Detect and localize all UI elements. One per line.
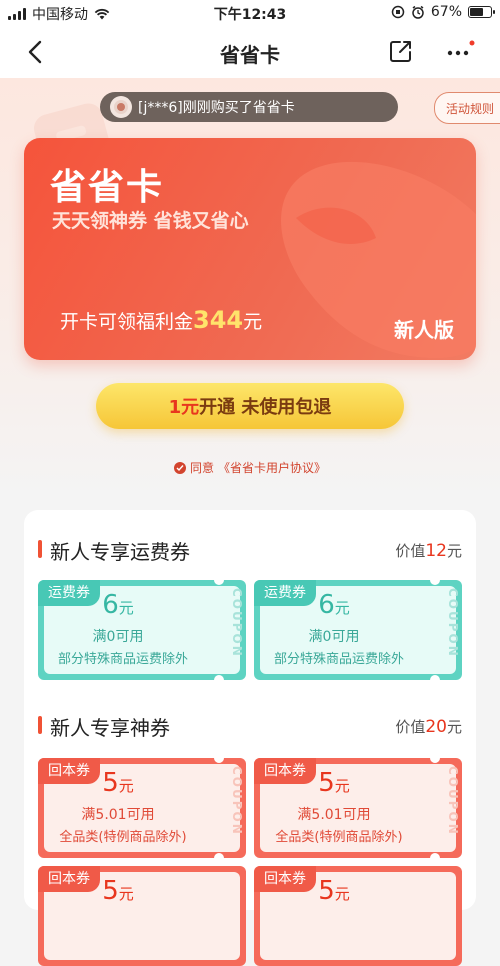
coupon-notch bbox=[214, 758, 224, 763]
coupon-side-label: COUPON bbox=[438, 588, 460, 672]
coupon-notch bbox=[430, 758, 440, 763]
voucher-coupon-2[interactable]: 回本券 5元 满5.01可用 全品类(特例商品除外) COUPON bbox=[254, 758, 462, 858]
section-bar bbox=[38, 540, 42, 558]
coupon-side-label: COUPON bbox=[438, 766, 460, 850]
value-num: 20 bbox=[425, 717, 447, 737]
coupon-notch bbox=[214, 580, 224, 585]
section-bar bbox=[38, 716, 42, 734]
shipping-coupon-1[interactable]: 运费券 6元 满0可用 部分特殊商品运费除外 COUPON bbox=[38, 580, 246, 680]
agreement-prefix: 同意 bbox=[189, 461, 214, 475]
voucher-coupon-1[interactable]: 回本券 5元 满5.01可用 全品类(特例商品除外) COUPON bbox=[38, 758, 246, 858]
coupon-notch bbox=[430, 853, 440, 858]
benefit-prefix: 开卡可领福利金 bbox=[60, 311, 194, 333]
amount-num: 6 bbox=[102, 590, 119, 620]
value-prefix: 价值 bbox=[395, 542, 426, 560]
card-edition: 新人版 bbox=[394, 318, 454, 342]
battery-icon bbox=[468, 6, 495, 18]
value-unit: 元 bbox=[446, 718, 462, 736]
card-benefit: 开卡可领福利金344元 bbox=[60, 306, 262, 334]
coupon-note: 部分特殊商品运费除外 bbox=[57, 652, 188, 667]
side-text: COUPON bbox=[230, 588, 244, 658]
coupon-condition: 满0可用 bbox=[308, 629, 360, 645]
benefit-unit: 元 bbox=[243, 311, 263, 333]
agreement-link[interactable]: 《省省卡用户协议》 bbox=[218, 459, 326, 476]
nav-bar: 省省卡 bbox=[0, 26, 500, 78]
battery-percent: 67% bbox=[430, 4, 462, 20]
check-icon[interactable] bbox=[173, 461, 186, 474]
status-right: 67% bbox=[391, 4, 495, 20]
voucher-coupon-3[interactable]: 回本券 5元 bbox=[38, 866, 246, 966]
amount-unit: 元 bbox=[334, 777, 350, 795]
section-value: 价值12元 bbox=[395, 540, 462, 561]
section-value: 价值20元 bbox=[395, 716, 462, 737]
amount-unit: 元 bbox=[118, 599, 134, 617]
open-card-button[interactable]: 1元 开通 未使用包退 bbox=[96, 383, 404, 429]
coupon-notch bbox=[214, 853, 224, 858]
side-text: COUPON bbox=[230, 766, 244, 836]
coupon-amount: 6元 bbox=[38, 590, 198, 620]
coupon-amount: 6元 bbox=[254, 590, 414, 620]
coupon-notch bbox=[430, 675, 440, 680]
card-title: 省省卡 bbox=[50, 167, 165, 208]
orientation-lock-icon bbox=[391, 5, 405, 19]
coupon-note: 全品类(特例商品除外) bbox=[275, 830, 403, 845]
coupon-amount: 5元 bbox=[38, 876, 198, 906]
coupon-note: 全品类(特例商品除外) bbox=[59, 830, 187, 845]
value-unit: 元 bbox=[446, 542, 462, 560]
section-header-vouchers: 新人专享神券 价值20元 bbox=[38, 710, 462, 740]
membership-card: 省省卡 天天领神券 省钱又省心 开卡可领福利金344元 新人版 bbox=[24, 138, 476, 360]
amount-unit: 元 bbox=[118, 777, 134, 795]
value-num: 12 bbox=[425, 541, 447, 561]
coupon-condition: 满5.01可用 bbox=[297, 807, 371, 823]
coupon-amount: 5元 bbox=[254, 876, 414, 906]
coupon-notch bbox=[430, 580, 440, 585]
section-title: 新人专享神券 bbox=[50, 716, 170, 740]
voucher-coupon-4[interactable]: 回本券 5元 bbox=[254, 866, 462, 966]
coupon-panel: 新人专享运费券 价值12元 运费券 6元 满0可用 部分特殊商品运费除外 COU… bbox=[24, 510, 476, 966]
agreement-row[interactable]: 同意 《省省卡用户协议》 bbox=[0, 459, 500, 476]
activity-rules-button[interactable]: 活动规则 bbox=[434, 92, 500, 124]
coupon-condition: 满0可用 bbox=[92, 629, 144, 645]
section-header-shipping: 新人专享运费券 价值12元 bbox=[38, 534, 462, 564]
status-bar: 中国移动 下午12:43 67% bbox=[0, 0, 500, 26]
amount-num: 5 bbox=[102, 768, 119, 798]
card-subtitle: 天天领神券 省钱又省心 bbox=[52, 210, 249, 232]
amount-unit: 元 bbox=[334, 599, 350, 617]
coupon-amount: 5元 bbox=[38, 768, 198, 798]
coupon-amount: 5元 bbox=[254, 768, 414, 798]
side-text: COUPON bbox=[446, 588, 460, 658]
ticker-text: [j***6]刚刚购买了省省卡 bbox=[138, 100, 295, 116]
value-prefix: 价值 bbox=[395, 718, 426, 736]
amount-num: 5 bbox=[318, 876, 335, 906]
amount-num: 5 bbox=[318, 768, 335, 798]
coupon-condition: 满5.01可用 bbox=[81, 807, 155, 823]
coupon-side-label: COUPON bbox=[222, 588, 244, 672]
hero-section: [j***6]刚刚购买了省省卡 活动规则 省省卡 天天领神券 省钱又省心 开卡可… bbox=[0, 78, 500, 498]
section-title: 新人专享运费券 bbox=[50, 540, 190, 564]
cta-price: 1元 bbox=[168, 397, 200, 418]
coupon-side-label: COUPON bbox=[222, 766, 244, 850]
benefit-amount: 344 bbox=[193, 306, 244, 334]
alarm-icon bbox=[412, 5, 424, 19]
more-icon[interactable] bbox=[442, 38, 478, 64]
purchase-ticker: [j***6]刚刚购买了省省卡 bbox=[100, 92, 398, 122]
avatar bbox=[110, 96, 132, 118]
coupon-notch bbox=[214, 675, 224, 680]
amount-num: 6 bbox=[318, 590, 335, 620]
page-title: 省省卡 bbox=[220, 43, 280, 67]
coupon-note: 部分特殊商品运费除外 bbox=[273, 652, 404, 667]
share-icon[interactable] bbox=[388, 38, 414, 64]
shipping-coupon-2[interactable]: 运费券 6元 满0可用 部分特殊商品运费除外 COUPON bbox=[254, 580, 462, 680]
cta-label: 开通 未使用包退 bbox=[199, 397, 332, 418]
amount-num: 5 bbox=[102, 876, 119, 906]
side-text: COUPON bbox=[446, 766, 460, 836]
